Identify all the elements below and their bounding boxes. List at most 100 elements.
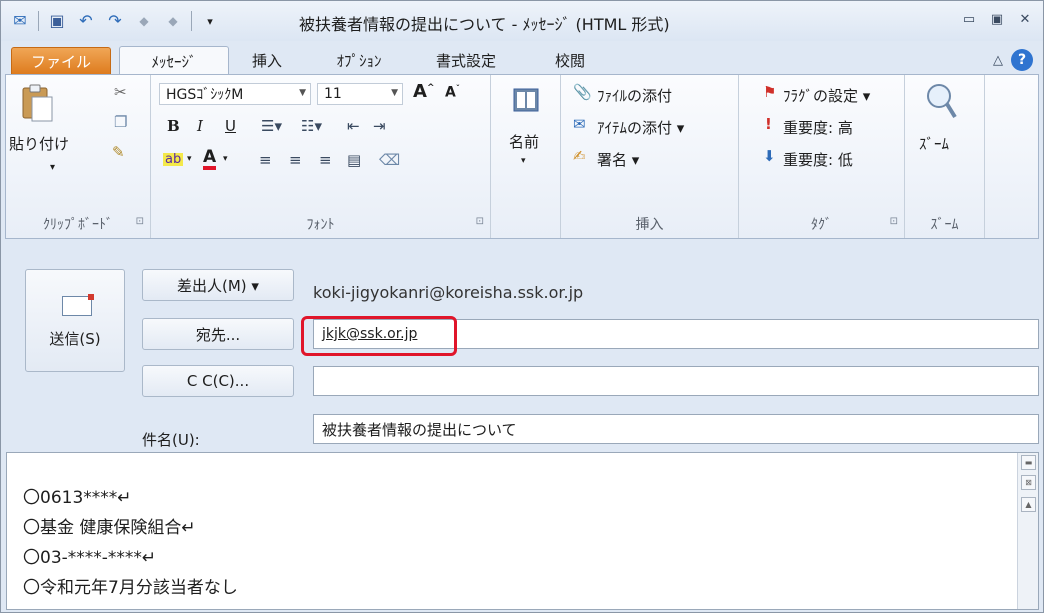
save-icon[interactable]: ▣ [46, 10, 68, 32]
body-line: 〇0613****↵ [23, 488, 132, 508]
align-left-icon[interactable]: ≡ [259, 153, 272, 168]
font-name-value: HGSｺﾞｼｯｸM [166, 87, 244, 103]
underline-icon[interactable]: U [225, 119, 236, 134]
to-button[interactable]: 宛先... [142, 318, 294, 350]
clipboard-group-text: ｸﾘｯﾌﾟﾎﾞｰﾄﾞ [43, 217, 113, 233]
chevron-down-icon[interactable]: ▾ [187, 155, 192, 164]
vertical-scrollbar[interactable]: ▬ ⊠ ▲ [1017, 453, 1038, 609]
clipboard-group-label: ｸﾘｯﾌﾟﾎﾞｰﾄﾞ ⊡ [6, 214, 150, 234]
cc-field[interactable] [313, 366, 1039, 396]
justify-icon[interactable]: ▤ [347, 153, 361, 168]
cut-icon[interactable]: ✂ [114, 85, 127, 100]
from-button[interactable]: 差出人(M) ▾ [142, 269, 294, 301]
close-icon[interactable]: ✕ [1015, 9, 1035, 29]
paste-icon[interactable] [20, 83, 56, 122]
clipboard-group: 貼り付け ▾ ✂ ❐ ✎ ｸﾘｯﾌﾟﾎﾞｰﾄﾞ ⊡ [6, 75, 151, 238]
from-address: koki-jigyokanri@koreisha.ssk.or.jp [313, 283, 584, 302]
format-painter-icon[interactable]: ✎ [112, 145, 125, 160]
bullets-icon[interactable]: ☰▾ [261, 119, 282, 134]
outlook-app-icon[interactable]: ✉ [9, 10, 31, 32]
tab-file[interactable]: ファイル [11, 47, 111, 75]
tab-options[interactable]: ｵﾌﾟｼｮﾝ [319, 46, 399, 74]
subject-field[interactable]: 被扶養者情報の提出について [313, 414, 1039, 444]
paste-label[interactable]: 貼り付け [9, 133, 69, 154]
flag-icon[interactable]: ⚑ [763, 85, 776, 100]
highlight-icon[interactable]: ab [163, 153, 184, 166]
chevron-down-icon[interactable]: ▾ [223, 155, 228, 164]
tab-message[interactable]: ﾒｯｾｰｼﾞ [119, 46, 229, 76]
cc-button[interactable]: C C(C)... [142, 365, 294, 397]
signature-button[interactable]: 署名 ▾ [597, 149, 639, 170]
outlook-message-window: ✉ ▣ ↶ ↷ ◆ ◆ ▾ 被扶養者情報の提出について - ﾒｯｾｰｼﾞ (HT… [0, 0, 1044, 613]
signature-icon[interactable]: ✍ [573, 149, 586, 164]
down-arrow-icon[interactable]: ◆ [162, 10, 184, 32]
tab-format[interactable]: 書式設定 [421, 46, 511, 74]
undo-icon[interactable]: ↶ [75, 10, 97, 32]
bold-icon[interactable]: B [167, 119, 180, 134]
clipboard-launcher-icon[interactable]: ⊡ [136, 216, 144, 227]
italic-icon[interactable]: I [197, 119, 203, 134]
window-title: 被扶養者情報の提出について - ﾒｯｾｰｼﾞ (HTML 形式) [299, 15, 670, 34]
minimize-ribbon-icon[interactable]: △ [993, 53, 1003, 68]
paste-dropdown-icon[interactable]: ▾ [50, 163, 55, 173]
divider [38, 11, 39, 31]
flag-button[interactable]: ﾌﾗｸﾞの設定 ▾ [783, 85, 870, 106]
tags-group-text: ﾀｸﾞ [811, 217, 832, 233]
numbering-icon[interactable]: ☷▾ [301, 119, 322, 134]
send-label: 送信(S) [49, 330, 101, 348]
copy-icon[interactable]: ❐ [114, 115, 127, 130]
redo-icon[interactable]: ↷ [104, 10, 126, 32]
font-launcher-icon[interactable]: ⊡ [476, 216, 484, 227]
high-importance-button[interactable]: 重要度: 高 [783, 117, 853, 138]
insert-group: 📎 ﾌｧｲﾙの添付 ✉ ｱｲﾃﾑの添付 ▾ ✍ 署名 ▾ 挿入 [561, 75, 739, 238]
font-size-combo[interactable]: 11 ▼ [317, 83, 403, 105]
customize-toolbar-icon[interactable]: ▾ [199, 10, 221, 32]
compose-area: 送信(S) 差出人(M) ▾ koki-jigyokanri@koreisha.… [5, 244, 1039, 610]
tags-group: ⚑ ﾌﾗｸﾞの設定 ▾ ! 重要度: 高 ⬇ 重要度: 低 ﾀｸﾞ ⊡ [739, 75, 905, 238]
attach-item-button[interactable]: ｱｲﾃﾑの添付 ▾ [597, 117, 684, 138]
insert-group-label: 挿入 [635, 217, 664, 233]
font-group-label: ﾌｫﾝﾄ ⊡ [151, 214, 490, 234]
body-line: 〇令和元年7月分該当者なし [23, 578, 238, 598]
message-body[interactable]: 〇0613****↵ 〇基金 健康保険組合↵ 〇03-****-****↵ 〇令… [6, 452, 1039, 610]
shrink-font-icon[interactable]: Aˇ [445, 85, 460, 100]
body-line: 〇基金 健康保険組合↵ [23, 518, 196, 538]
chevron-down-icon[interactable]: ▾ [521, 157, 526, 166]
tab-insert[interactable]: 挿入 [239, 46, 295, 74]
names-label[interactable]: 名前 [509, 131, 539, 152]
paperclip-icon[interactable]: 📎 [573, 85, 592, 100]
scroll-split-icon[interactable]: ▬ [1021, 455, 1036, 470]
font-group-text: ﾌｫﾝﾄ [306, 217, 335, 233]
zoom-button[interactable]: ｽﾞｰﾑ [919, 133, 949, 154]
grow-font-icon[interactable]: A^ [413, 83, 434, 101]
divider [191, 11, 192, 31]
attach-item-icon[interactable]: ✉ [573, 117, 586, 132]
tab-review[interactable]: 校閲 [545, 46, 595, 74]
ruler-icon[interactable]: ⊠ [1021, 475, 1036, 490]
tags-group-label: ﾀｸﾞ ⊡ [739, 214, 904, 234]
window-controls: ▭ ▣ ✕ [959, 9, 1035, 29]
minimize-icon[interactable]: ▭ [959, 9, 979, 29]
ribbon-tabs: ファイル ﾒｯｾｰｼﾞ 挿入 ｵﾌﾟｼｮﾝ 書式設定 校閲 △ ? [1, 41, 1043, 76]
low-importance-button[interactable]: 重要度: 低 [783, 149, 853, 170]
address-book-icon[interactable] [508, 83, 544, 119]
up-arrow-icon[interactable]: ◆ [133, 10, 155, 32]
send-button[interactable]: 送信(S) [25, 269, 125, 372]
magnifier-icon[interactable] [923, 81, 959, 119]
clear-format-icon[interactable]: ⌫ [379, 153, 400, 168]
recipient-highlight-box [301, 316, 457, 356]
zoom-group: ｽﾞｰﾑ ｽﾞｰﾑ [905, 75, 985, 238]
tags-launcher-icon[interactable]: ⊡ [890, 216, 898, 227]
low-importance-icon[interactable]: ⬇ [763, 149, 776, 164]
scroll-up-icon[interactable]: ▲ [1021, 497, 1036, 512]
increase-indent-icon[interactable]: ⇥ [373, 119, 386, 134]
restore-icon[interactable]: ▣ [987, 9, 1007, 29]
attach-file-button[interactable]: ﾌｧｲﾙの添付 [597, 85, 672, 106]
align-right-icon[interactable]: ≡ [319, 153, 332, 168]
font-color-icon[interactable]: A [203, 149, 217, 170]
align-center-icon[interactable]: ≡ [289, 153, 302, 168]
font-name-combo[interactable]: HGSｺﾞｼｯｸM ▼ [159, 83, 311, 105]
high-importance-icon[interactable]: ! [765, 117, 772, 132]
decrease-indent-icon[interactable]: ⇤ [347, 119, 360, 134]
help-icon[interactable]: ? [1011, 49, 1033, 71]
